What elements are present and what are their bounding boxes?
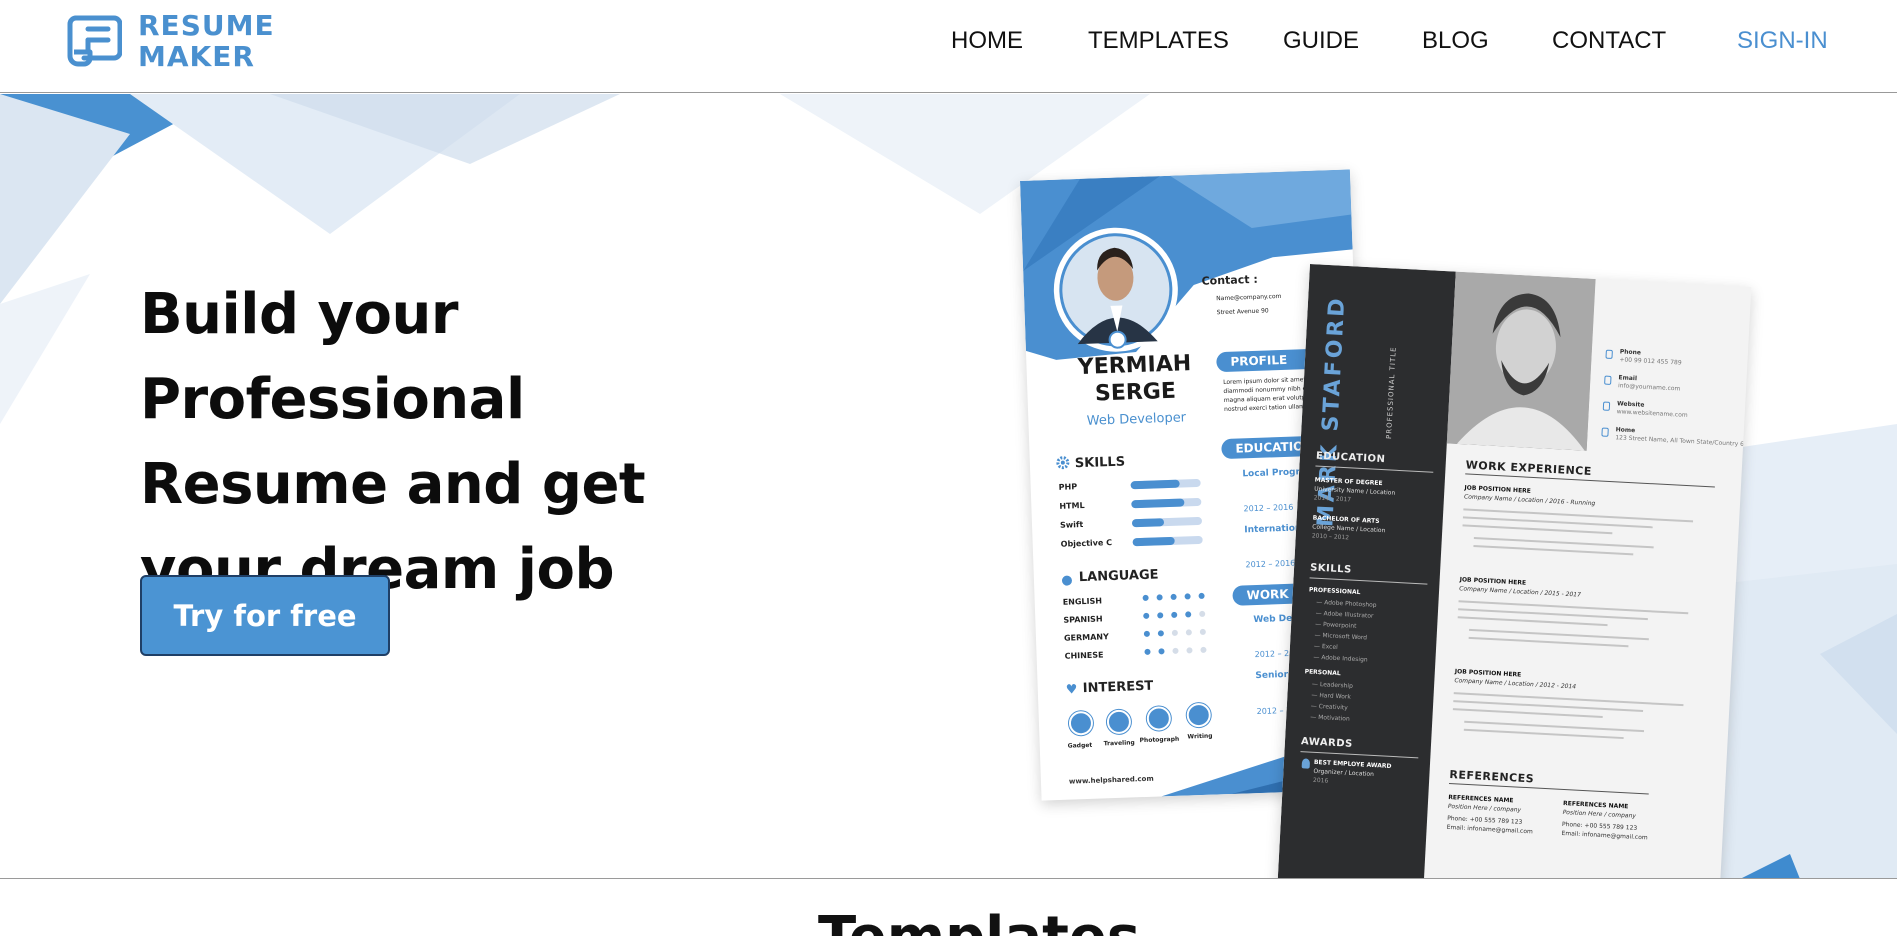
reference-position: Position Here / company [1447,802,1522,814]
hero-section: Build your Professional Resume and get y… [0,94,1897,879]
divider [1448,782,1649,795]
resume-blue-language-label: LANGUAGE [1078,567,1159,586]
skill-name-html: HTML [1059,500,1085,511]
language-name-spanish: SPANISH [1063,614,1103,625]
job-description-line [1457,616,1608,627]
resume-blue-name: YERMIAH SERGE [1054,349,1216,409]
skill-bar-fill [1132,536,1175,547]
scroll-document-icon [67,15,122,67]
resume-blue-name-line1: YERMIAH [1077,351,1192,381]
nav-guide[interactable]: GUIDE [1283,27,1359,55]
interest-gadget: Gadget [1067,741,1093,750]
award-ribbon-icon [1301,758,1311,769]
job-description-line [1462,524,1613,535]
contact-icon [1605,349,1613,359]
nav-templates[interactable]: TEMPLATES [1088,27,1229,55]
hero-headline: Build your Professional Resume and get y… [140,272,840,612]
templates-section-heading: Templates [818,905,1140,936]
resume-preview-dark: MARK STAFORD PROFESSIONAL TITLE EDUCATIO… [1277,264,1752,878]
resume-blue-name-line2: SERGE [1094,378,1177,407]
contact-icon [1601,427,1609,437]
portrait-placeholder [1446,271,1596,451]
heart-icon: ♥ [1065,682,1078,698]
skill-name-swift: Swift [1059,520,1084,530]
resume-blue-contact-label: Contact : [1201,272,1258,288]
job-description-line [1463,508,1694,523]
nav-blog[interactable]: BLOG [1422,27,1489,55]
headline-line-2: Resume and get [140,452,646,517]
contact-label: Phone [1619,348,1642,357]
interest-photograph: Photograph [1139,735,1180,745]
job-company: Company Name / Location / 2015 - 2017 [1459,585,1582,599]
skill-name-php: PHP [1058,482,1078,492]
brand-wordmark: RESUME MAKER [138,10,275,72]
language-name-germany: GERMANY [1063,632,1109,643]
contact-value: +00 99 012 455 789 [1619,356,1682,367]
nav-contact[interactable]: CONTACT [1552,27,1666,55]
brand-line-1: RESUME [138,9,275,42]
resume-dark-photo [1446,271,1596,451]
contact-value: info@yourname.com [1617,382,1681,393]
interest-writing: Writing [1187,732,1213,741]
reference-position: Position Here / company [1562,808,1637,820]
job-company: Company Name / Location / 2016 - Running [1463,493,1596,508]
contact-value: 123 Street Name, All Town State/Country … [1615,434,1748,449]
resume-dark-skills-label: SKILLS [1309,562,1352,576]
site-header: RESUME MAKER HOME TEMPLATES GUIDE BLOG C… [0,0,1897,93]
job-description-line [1453,692,1684,707]
job-description-line [1452,708,1603,718]
skill-bar-fill [1131,518,1165,528]
education-item-2-years: 2012 – 2016 [1245,558,1296,570]
skill-name-objective-c: Objective C [1060,538,1113,549]
resume-blue-skills-label: SKILLS [1074,454,1126,472]
nav-sign-in[interactable]: SIGN-IN [1737,27,1828,55]
nav-home[interactable]: HOME [951,27,1023,55]
award-year: 2016 [1312,776,1329,785]
skill-bar-fill [1130,479,1180,490]
headline-line-1: Build your Professional [140,282,525,432]
resume-blue-interest-label: INTEREST [1082,678,1154,697]
contact-label: Home [1615,426,1636,435]
job-bullet-line [1463,728,1624,740]
job-bullet-line [1473,544,1634,556]
education-item-1-years: 2012 – 2016 [1243,502,1294,514]
professional-skill: — Excel [1313,642,1338,651]
gear-icon [1056,456,1070,470]
job-description-line [1458,600,1689,615]
language-name-chinese: CHINESE [1064,650,1104,661]
job-company: Company Name / Location / 2012 - 2014 [1454,677,1577,691]
contact-icon [1602,401,1611,411]
try-for-free-button[interactable]: Try for free [140,575,390,656]
contact-value: www.websitename.com [1616,408,1688,419]
contact-icon [1604,375,1612,385]
brand-line-2: MAKER [138,40,255,73]
interest-traveling: Traveling [1103,739,1135,748]
brand-logo[interactable]: RESUME MAKER [62,10,275,72]
language-name-english: ENGLISH [1062,596,1103,607]
contact-label: Email [1618,374,1638,383]
contact-label: Website [1616,400,1645,409]
job-bullet-line [1468,636,1629,648]
